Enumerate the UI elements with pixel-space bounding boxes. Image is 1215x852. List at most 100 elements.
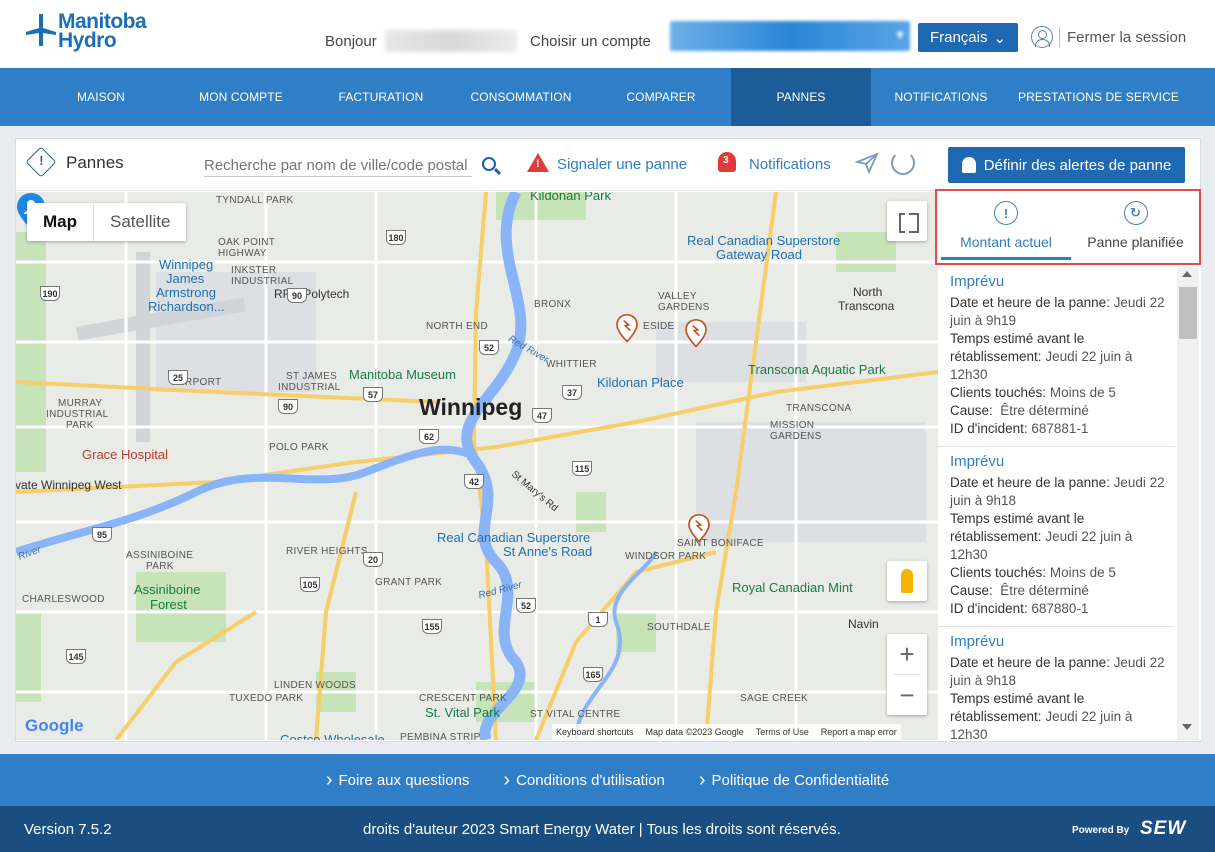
greeting: Bonjour — [325, 33, 377, 50]
set-alerts-label: Définir des alertes de panne — [983, 156, 1172, 174]
fullscreen-icon[interactable] — [887, 201, 927, 241]
incident-list: Imprévu Date et heure de la panne: Jeudi… — [938, 267, 1175, 740]
report-map-error-link[interactable]: Report a map error — [821, 727, 897, 737]
map-label-city: Winnipeg — [419, 394, 523, 420]
notifications-link[interactable]: Notifications — [749, 156, 831, 173]
zoom-control: + − — [887, 634, 927, 715]
account-select[interactable]: ▼ — [670, 21, 910, 51]
nav-item-facturation[interactable]: FACTURATION — [311, 68, 451, 126]
nav-item-prestations[interactable]: PRESTATIONS DE SERVICE — [1011, 68, 1186, 126]
tab-current-label: Montant actuel — [960, 234, 1052, 250]
map-label-mission-1: MISSION — [770, 420, 815, 431]
highway-shield: 25 — [168, 370, 188, 385]
incident-date-label: Date et heure de la panne: — [950, 295, 1110, 310]
nav-item-maison[interactable]: MAISON — [31, 68, 171, 126]
outage-map[interactable]: Kildonan Park TYNDALL PARK OAK POINT HIG… — [16, 192, 938, 740]
chevron-down-icon: ▼ — [894, 28, 906, 42]
highway-shield: 57 — [363, 387, 383, 402]
incident-item[interactable]: Imprévu Date et heure de la panne: Jeudi… — [938, 447, 1175, 627]
street-view-pegman-icon[interactable] — [887, 561, 927, 601]
map-label-superstore-gateway-b: Gateway Road — [716, 247, 802, 262]
map-label-north-transcona-2: Transcona — [838, 299, 895, 313]
map-label-north-transcona-1: North — [853, 285, 883, 299]
scroll-down-icon[interactable] — [1182, 724, 1192, 730]
language-button[interactable]: Français ⌄ — [918, 23, 1018, 52]
terms-link[interactable]: Conditions d'utilisation — [503, 772, 665, 789]
map-data-label: Map data ©2023 Google — [645, 727, 744, 737]
map-label-bronx: BRONX — [534, 299, 572, 310]
privacy-link[interactable]: Politique de Confidentialité — [699, 771, 890, 789]
map-label-north-end: NORTH END — [426, 321, 488, 332]
highway-shield: 115 — [572, 461, 592, 476]
faq-label: Foire aux questions — [338, 771, 470, 789]
nav-item-mon-compte[interactable]: MON COMPTE — [171, 68, 311, 126]
incident-id-value: 687880-1 — [1031, 601, 1089, 616]
incident-id-value: 687881-1 — [1031, 421, 1089, 436]
powered-by-label: Powered By — [1072, 825, 1130, 836]
send-icon[interactable] — [855, 152, 879, 174]
highway-shield: 165 — [583, 667, 603, 682]
incident-id-label: ID d'incident: — [950, 601, 1028, 616]
map-label-southdale: SOUTHDALE — [647, 622, 711, 633]
user-icon[interactable] — [1031, 26, 1053, 48]
language-label: Français — [929, 29, 988, 46]
bell-icon — [961, 157, 976, 173]
highway-shield: 190 — [40, 286, 60, 301]
faq-link[interactable]: Foire aux questions — [326, 772, 470, 789]
logout-link[interactable]: Fermer la session — [1067, 29, 1186, 46]
scrollbar-thumb[interactable] — [1179, 287, 1197, 339]
incident-cause-value: Être déterminé — [1000, 583, 1089, 598]
choose-account-label: Choisir un compte — [530, 33, 651, 50]
terms-of-use-link[interactable]: Terms of Use — [756, 727, 809, 737]
map-label-st-james-1: ST JAMES — [286, 371, 338, 382]
nav-item-consommation[interactable]: CONSOMMATION — [451, 68, 591, 126]
map-type-map-button[interactable]: Map — [27, 203, 94, 241]
zoom-out-button[interactable]: − — [887, 675, 927, 715]
map-label-navin: Navin — [848, 617, 879, 631]
warning-icon[interactable] — [527, 153, 549, 172]
tab-planned-outage[interactable]: ↻ Panne planifiée — [1078, 191, 1193, 263]
incident-list-scrollbar[interactable] — [1177, 267, 1199, 740]
logo-line-2: Hydro — [58, 29, 117, 52]
map-label-transcona: TRANSCONA — [786, 403, 852, 414]
map-label-murray-2: INDUSTRIAL — [46, 409, 109, 420]
chevron-down-icon: ⌄ — [993, 29, 1007, 47]
search-icon[interactable] — [482, 157, 496, 171]
incident-clients-label: Clients touchés: — [950, 565, 1047, 580]
highway-shield: 62 — [419, 429, 439, 444]
map-label-linden-woods: LINDEN WOODS — [274, 680, 356, 691]
refresh-icon[interactable] — [891, 151, 915, 175]
incident-item[interactable]: Imprévu Date et heure de la panne: Jeudi… — [938, 627, 1175, 740]
zoom-in-button[interactable]: + — [887, 634, 927, 674]
map-label-oak-point: OAK POINT — [218, 237, 276, 248]
nav-item-comparer[interactable]: COMPARER — [591, 68, 731, 126]
set-outage-alerts-button[interactable]: Définir des alertes de panne — [948, 147, 1185, 183]
map-type-satellite-button[interactable]: Satellite — [94, 203, 186, 241]
nav-item-notifications[interactable]: NOTIFICATIONS — [871, 68, 1011, 126]
map-label-tuxedo-park: TUXEDO PARK — [229, 693, 304, 704]
map-label-airport-4: Richardson... — [148, 299, 225, 314]
privacy-label: Politique de Confidentialité — [711, 771, 890, 789]
keyboard-shortcuts-link[interactable]: Keyboard shortcuts — [556, 727, 634, 737]
hydro-tower-icon — [26, 14, 56, 46]
report-outage-link[interactable]: Signaler une panne — [557, 156, 687, 173]
incident-item[interactable]: Imprévu Date et heure de la panne: Jeudi… — [938, 267, 1175, 447]
footer-links: Foire aux questions Conditions d'utilisa… — [0, 754, 1215, 806]
outage-pin-icon[interactable] — [686, 514, 712, 544]
manitoba-hydro-logo[interactable]: Manitoba Hydro — [24, 11, 147, 52]
map-label-grant-park: GRANT PARK — [375, 577, 443, 588]
highway-shield: 155 — [422, 619, 442, 634]
scroll-up-icon[interactable] — [1182, 271, 1192, 277]
notification-bell-icon[interactable]: 3 — [718, 152, 736, 172]
outage-pin-icon[interactable] — [614, 314, 640, 344]
map-label-valley-2: GARDENS — [658, 302, 710, 313]
map-label-airport-2: James — [166, 271, 205, 286]
highway-shield: 95 — [92, 527, 112, 542]
search-input[interactable] — [204, 155, 472, 177]
nav-item-pannes[interactable]: PANNES — [731, 68, 871, 126]
outage-pin-icon[interactable] — [683, 319, 709, 349]
exclamation-circle-icon: ! — [994, 201, 1018, 225]
map-label-assiniboine-1: ASSINIBOINE — [126, 550, 194, 561]
tab-current-outage[interactable]: ! Montant actuel — [941, 191, 1071, 263]
highway-shield: 37 — [562, 385, 582, 400]
